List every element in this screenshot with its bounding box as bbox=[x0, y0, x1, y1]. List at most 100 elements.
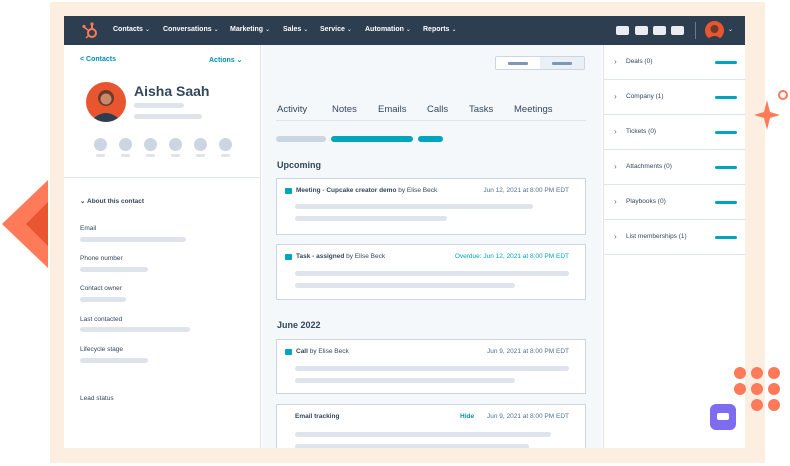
about-contact-toggle[interactable]: ⌄ About this contact bbox=[80, 197, 144, 205]
quick-action-button[interactable] bbox=[94, 138, 107, 151]
back-to-contacts-link[interactable]: < Contacts bbox=[80, 56, 116, 63]
quick-action-label bbox=[121, 154, 130, 157]
add-bar[interactable] bbox=[715, 166, 737, 169]
hubspot-logo-icon[interactable] bbox=[81, 22, 99, 40]
chat-icon bbox=[717, 413, 729, 420]
nav-utility-button[interactable] bbox=[635, 26, 648, 35]
tab-calls[interactable]: Calls bbox=[427, 104, 448, 115]
tab-underline-rule bbox=[276, 120, 586, 121]
field-value-email[interactable] bbox=[80, 237, 186, 242]
card-date: Jun 12, 2021 at 8:00 PM EDT bbox=[483, 187, 569, 194]
quick-action-button[interactable] bbox=[219, 138, 232, 151]
card-date: Jun 9, 2021 at 8:00 PM EDT bbox=[486, 348, 569, 355]
nav-utility-button[interactable] bbox=[671, 26, 684, 35]
tab-emails[interactable]: Emails bbox=[378, 104, 407, 115]
placeholder-bar bbox=[295, 378, 515, 383]
chevron-right-icon: › bbox=[614, 162, 617, 171]
association-company[interactable]: › Company (1) bbox=[604, 80, 745, 115]
add-bar[interactable] bbox=[715, 236, 737, 239]
quick-action-button[interactable] bbox=[194, 138, 207, 151]
sparkle-icon bbox=[754, 100, 780, 130]
card-date-overdue: Overdue: Jun 12, 2021 at 8:00 PM EDT bbox=[454, 253, 569, 260]
section-heading-upcoming: Upcoming bbox=[277, 160, 321, 170]
placeholder-bar bbox=[295, 283, 515, 288]
nav-utility-button[interactable] bbox=[616, 26, 629, 35]
add-bar[interactable] bbox=[715, 131, 737, 134]
field-value-lifecycle[interactable] bbox=[80, 358, 148, 363]
association-deals[interactable]: › Deals (0) bbox=[604, 45, 745, 80]
nav-conversations[interactable]: Conversations ⌄ bbox=[163, 26, 219, 33]
chevron-right-icon: › bbox=[614, 232, 617, 241]
call-icon bbox=[285, 349, 292, 355]
field-value-owner[interactable] bbox=[80, 297, 126, 302]
nav-divider bbox=[695, 22, 696, 39]
user-avatar-icon[interactable] bbox=[705, 21, 724, 40]
tab-activity[interactable]: Activity bbox=[277, 104, 307, 115]
association-list-memberships[interactable]: › List memberships (1) bbox=[604, 220, 745, 255]
quick-action-button[interactable] bbox=[144, 138, 157, 151]
nav-utility-button[interactable] bbox=[653, 26, 666, 35]
toggle-label-bar bbox=[552, 62, 572, 65]
quick-action-label bbox=[171, 154, 180, 157]
chevron-down-icon[interactable]: ⌄ bbox=[728, 26, 733, 33]
contact-avatar bbox=[86, 82, 126, 122]
timeline-card-call[interactable]: Call by Elise Beck Jun 9, 2021 at 8:00 P… bbox=[276, 339, 586, 394]
quick-action-button[interactable] bbox=[119, 138, 132, 151]
tab-tasks[interactable]: Tasks bbox=[469, 104, 493, 115]
nav-sales[interactable]: Sales ⌄ bbox=[283, 26, 308, 33]
screenshot-stage: Contacts ⌄ Conversations ⌄ Marketing ⌄ Sale… bbox=[0, 0, 790, 466]
quick-action-button[interactable] bbox=[169, 138, 182, 151]
association-playbooks[interactable]: › Playbooks (0) bbox=[604, 185, 745, 220]
quick-action-label bbox=[146, 154, 155, 157]
nav-automation[interactable]: Automation ⌄ bbox=[365, 26, 411, 33]
placeholder-bar bbox=[295, 216, 447, 221]
timeline-card-task[interactable]: Task - assigned by Elise Beck Overdue: J… bbox=[276, 244, 586, 300]
add-bar[interactable] bbox=[715, 201, 737, 204]
card-date: Jun 9, 2021 at 8:00 PM EDT bbox=[486, 413, 569, 420]
filter-pill[interactable] bbox=[276, 136, 326, 142]
field-value-last-contacted[interactable] bbox=[80, 327, 190, 332]
top-navigation: Contacts ⌄ Conversations ⌄ Marketing ⌄ Sale… bbox=[64, 16, 745, 45]
field-label-last-contacted: Last contacted bbox=[80, 316, 123, 323]
add-bar[interactable] bbox=[715, 96, 737, 99]
placeholder-bar bbox=[295, 444, 529, 448]
nav-service[interactable]: Service ⌄ bbox=[320, 26, 352, 33]
association-label: List memberships (1) bbox=[626, 233, 687, 240]
placeholder-bar bbox=[295, 432, 551, 437]
filter-pill-active[interactable] bbox=[418, 136, 443, 142]
hide-link[interactable]: Hide bbox=[460, 413, 474, 420]
tab-meetings[interactable]: Meetings bbox=[514, 104, 553, 115]
association-attachments[interactable]: › Attachments (0) bbox=[604, 150, 745, 185]
chevron-right-icon: › bbox=[614, 197, 617, 206]
association-label: Tickets (0) bbox=[626, 128, 657, 135]
filter-pill-active[interactable] bbox=[331, 136, 413, 142]
nav-reports[interactable]: Reports ⌄ bbox=[423, 26, 456, 33]
chevron-right-icon: › bbox=[614, 57, 617, 66]
nav-marketing[interactable]: Marketing ⌄ bbox=[230, 26, 270, 33]
quick-action-label bbox=[96, 154, 105, 157]
association-label: Attachments (0) bbox=[626, 163, 672, 170]
view-toggle[interactable] bbox=[495, 56, 585, 70]
task-icon bbox=[285, 254, 292, 260]
tab-notes[interactable]: Notes bbox=[332, 104, 357, 115]
timeline-card-email[interactable]: Email tracking Hide Jun 9, 2021 at 8:00 … bbox=[276, 404, 586, 448]
chat-launcher-button[interactable] bbox=[710, 404, 736, 430]
crm-app-window: Contacts ⌄ Conversations ⌄ Marketing ⌄ Sale… bbox=[64, 16, 745, 448]
chevron-right-icon: › bbox=[614, 127, 617, 136]
section-divider bbox=[64, 177, 261, 178]
decorative-diamond bbox=[2, 180, 48, 268]
add-bar[interactable] bbox=[715, 61, 737, 64]
activity-timeline-panel: Activity Notes Emails Calls Tasks Meetin… bbox=[262, 45, 602, 448]
contact-name: Aisha Saah bbox=[134, 83, 210, 99]
field-value-phone[interactable] bbox=[80, 267, 148, 272]
association-tickets[interactable]: › Tickets (0) bbox=[604, 115, 745, 150]
section-heading-june-2022: June 2022 bbox=[277, 320, 321, 330]
view-toggle-option[interactable] bbox=[496, 57, 540, 69]
view-toggle-option-active[interactable] bbox=[540, 57, 584, 69]
card-title: Meeting - Cupcake creator demo by Elise … bbox=[296, 187, 438, 194]
actions-dropdown[interactable]: Actions ⌄ bbox=[209, 56, 242, 64]
association-label: Playbooks (0) bbox=[626, 198, 666, 205]
field-label-lifecycle: Lifecycle stage bbox=[80, 346, 123, 353]
timeline-card-meeting[interactable]: Meeting - Cupcake creator demo by Elise … bbox=[276, 178, 586, 235]
nav-contacts[interactable]: Contacts ⌄ bbox=[113, 26, 150, 33]
